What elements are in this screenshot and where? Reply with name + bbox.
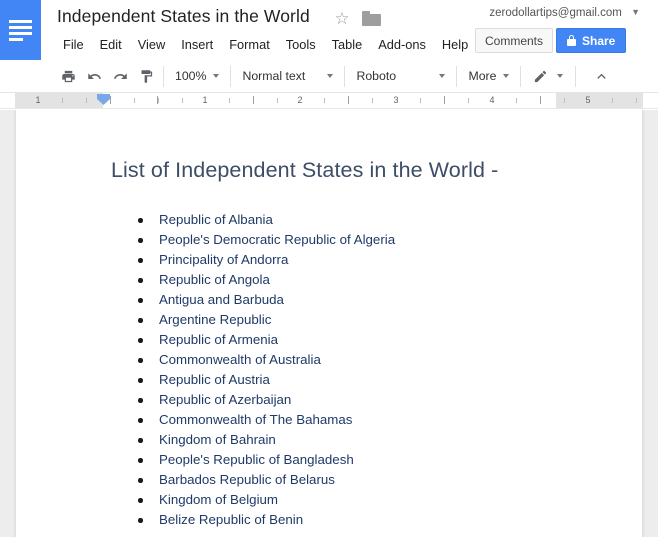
formatting-toolbar: 100% Normal text Roboto More [0,60,658,93]
paragraph-style-value: Normal text [242,69,306,83]
chevron-down-icon [557,74,564,78]
menu-item-format[interactable]: Format [221,33,278,57]
menu-bar: File Edit View Insert Format Tools Table… [55,33,476,57]
list-item: Kingdom of Bahrain [124,430,594,450]
list-item: Republic of Albania [124,210,594,230]
chevron-down-icon: ▼ [631,7,640,17]
list-item: People's Republic of Bangladesh [124,450,594,470]
paint-format-icon[interactable] [133,64,159,89]
chevron-down-icon [327,74,334,78]
country-list: Republic of Albania People's Democratic … [124,210,594,530]
list-item: Commonwealth of The Bahamas [124,410,594,430]
comments-button-label: Comments [485,33,544,48]
menu-item-table[interactable]: Table [324,33,371,57]
docs-home-logo[interactable] [0,0,41,60]
document-canvas: List of Independent States in the World … [0,110,658,537]
document-title[interactable]: Independent States in the World [57,5,310,27]
document-page[interactable]: List of Independent States in the World … [15,110,643,537]
list-item: Kingdom of Belgium [124,490,594,510]
ruler-number-4: 4 [489,95,495,105]
document-heading: List of Independent States in the World … [111,158,499,182]
ruler-number-1: 1 [202,95,208,105]
menu-item-edit[interactable]: Edit [92,33,130,57]
account-email: zerodollartips@gmail.com [489,7,622,19]
paragraph-style-dropdown[interactable]: Normal text [235,64,340,89]
print-icon[interactable] [55,64,81,89]
folder-icon[interactable] [362,11,381,26]
list-item: Republic of Angola [124,270,594,290]
list-item: Principality of Andorra [124,250,594,270]
menu-item-view[interactable]: View [130,33,174,57]
document-ruler[interactable]: 1 1 2 3 4 5 [0,93,658,109]
more-options-dropdown[interactable]: More [461,64,516,89]
menu-item-tools[interactable]: Tools [278,33,324,57]
list-item: Belize Republic of Benin [124,510,594,530]
menu-item-file[interactable]: File [55,33,92,57]
ruler-left-margin [15,93,103,108]
chevron-down-icon [213,74,220,78]
undo-icon[interactable] [81,64,107,89]
zoom-dropdown[interactable]: 100% [168,64,226,89]
account-menu[interactable]: zerodollartips@gmail.com ▼ [489,7,640,19]
docs-hamburger-logo-icon [9,19,32,41]
ruler-number-2: 2 [297,95,303,105]
list-item: Commonwealth of Australia [124,350,594,370]
lock-icon [567,35,576,46]
app-header: Independent States in the World ☆ zerodo… [0,0,658,60]
menu-item-add-ons[interactable]: Add-ons [370,33,434,57]
list-item: Antigua and Barbuda [124,290,594,310]
list-item: People's Democratic Republic of Algeria [124,230,594,250]
comments-button[interactable]: Comments [475,28,554,53]
chevron-down-icon [439,74,446,78]
chevron-up-icon[interactable] [588,64,614,89]
ruler-right-margin [556,93,643,108]
list-item: Republic of Armenia [124,330,594,350]
ruler-number-5: 5 [585,95,591,105]
pencil-icon [533,69,548,84]
list-item: Barbados Republic of Belarus [124,470,594,490]
more-options-label: More [468,69,497,83]
share-button-label: Share [582,33,616,48]
ruler-number-0: 1 [35,95,41,105]
zoom-value: 100% [175,69,207,83]
list-item: Argentine Republic [124,310,594,330]
font-family-dropdown[interactable]: Roboto [349,64,452,89]
ruler-number-3: 3 [393,95,399,105]
menu-item-insert[interactable]: Insert [173,33,221,57]
share-button[interactable]: Share [556,28,627,53]
google-docs-app: Independent States in the World ☆ zerodo… [0,0,658,537]
menu-item-help[interactable]: Help [434,33,476,57]
chevron-down-icon [503,74,510,78]
list-item: Republic of Azerbaijan [124,390,594,410]
list-item: Republic of Austria [124,370,594,390]
redo-icon[interactable] [107,64,133,89]
font-family-value: Roboto [356,69,397,83]
star-outline-icon[interactable]: ☆ [333,10,351,28]
edit-mode-dropdown[interactable] [525,64,571,89]
